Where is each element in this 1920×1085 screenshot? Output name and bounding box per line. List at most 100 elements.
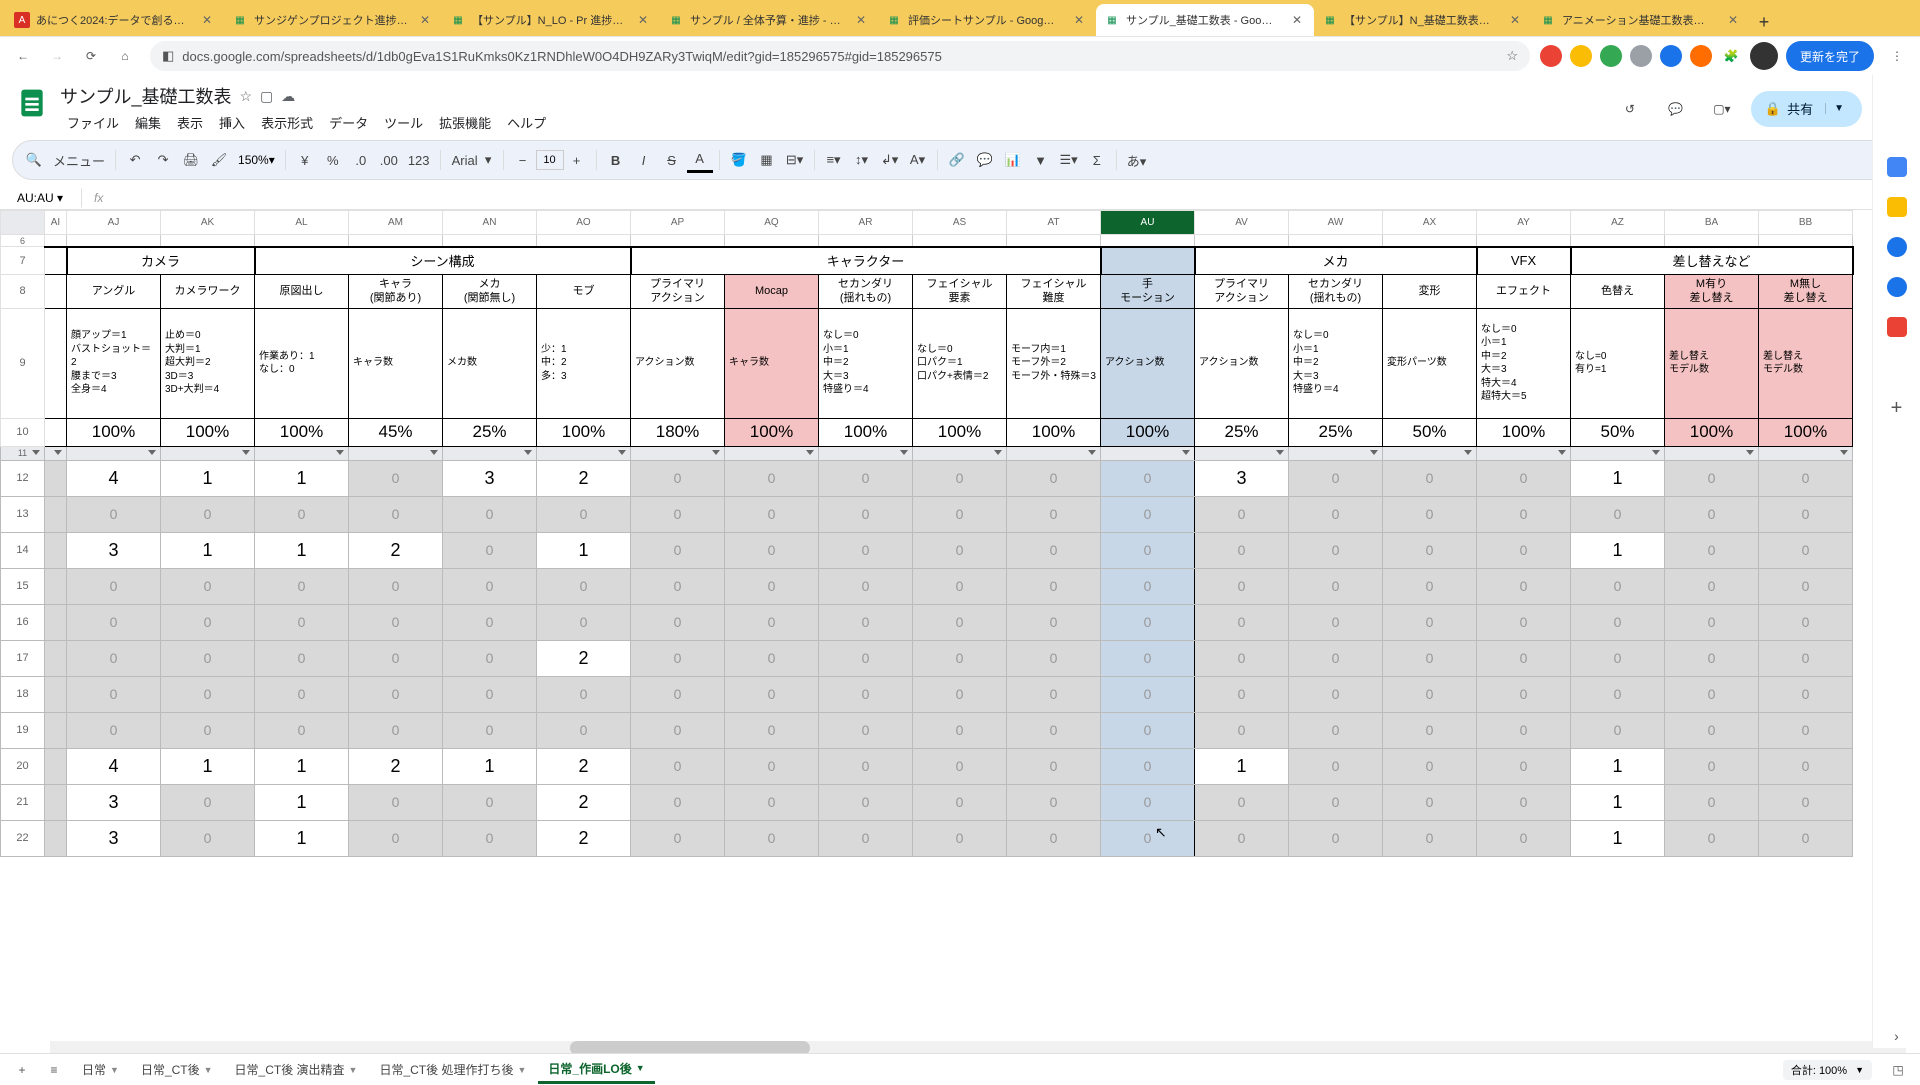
- wrap-button[interactable]: ↲▾: [877, 147, 903, 173]
- data-cell[interactable]: 0: [725, 712, 819, 748]
- browser-tab[interactable]: ▦アニメーション基礎工数表…✕: [1532, 4, 1750, 36]
- data-cell[interactable]: 0: [1477, 532, 1571, 568]
- column-header[interactable]: AZ: [1571, 211, 1665, 235]
- borders-button[interactable]: ▦: [754, 147, 780, 173]
- extension-icon[interactable]: [1690, 45, 1712, 67]
- data-cell[interactable]: 0: [1289, 604, 1383, 640]
- row-header[interactable]: 18: [1, 676, 45, 712]
- all-sheets-button[interactable]: ≡: [40, 1056, 68, 1084]
- filter-button[interactable]: [631, 446, 725, 460]
- data-cell[interactable]: 1: [255, 748, 349, 784]
- data-cell[interactable]: 0: [819, 460, 913, 496]
- sheet-tab[interactable]: 日常_CT後 処理作打ち後▼: [369, 1056, 536, 1084]
- data-cell[interactable]: 0: [1383, 712, 1477, 748]
- decrease-font-button[interactable]: −: [510, 147, 536, 173]
- new-tab-button[interactable]: +: [1750, 8, 1778, 36]
- redo-button[interactable]: ↷: [150, 147, 176, 173]
- data-cell[interactable]: 0: [1759, 820, 1853, 856]
- data-cell[interactable]: 0: [1477, 748, 1571, 784]
- menu-label[interactable]: メニュー: [49, 147, 109, 173]
- data-cell[interactable]: 0: [255, 712, 349, 748]
- data-cell[interactable]: 0: [631, 748, 725, 784]
- data-cell[interactable]: 1: [537, 532, 631, 568]
- data-cell[interactable]: 0: [349, 712, 443, 748]
- close-tab-icon[interactable]: ✕: [1728, 13, 1742, 27]
- data-cell[interactable]: 1: [161, 748, 255, 784]
- data-cell[interactable]: 0: [631, 712, 725, 748]
- browser-tab[interactable]: ▦評価シートサンプル - Goog…✕: [878, 4, 1096, 36]
- data-cell[interactable]: 0: [725, 568, 819, 604]
- home-button[interactable]: ⌂: [110, 41, 140, 71]
- data-cell[interactable]: 0: [67, 640, 161, 676]
- data-cell[interactable]: 0: [349, 604, 443, 640]
- increase-font-button[interactable]: +: [564, 147, 590, 173]
- data-cell[interactable]: 0: [67, 568, 161, 604]
- row-header[interactable]: 16: [1, 604, 45, 640]
- row-header[interactable]: 21: [1, 784, 45, 820]
- column-header[interactable]: AL: [255, 211, 349, 235]
- data-cell[interactable]: 0: [1289, 532, 1383, 568]
- data-cell[interactable]: 0: [725, 604, 819, 640]
- column-header[interactable]: AU: [1101, 211, 1195, 235]
- star-icon[interactable]: ☆: [1506, 48, 1518, 64]
- sheet-tab[interactable]: 日常_作画LO後▼: [538, 1056, 654, 1084]
- data-cell[interactable]: 0: [1007, 532, 1101, 568]
- data-cell[interactable]: 0: [255, 496, 349, 532]
- column-header[interactable]: AJ: [67, 211, 161, 235]
- column-header[interactable]: AV: [1195, 211, 1289, 235]
- halign-button[interactable]: ≡▾: [821, 147, 847, 173]
- filter-button[interactable]: [725, 446, 819, 460]
- data-cell[interactable]: 0: [1101, 748, 1195, 784]
- fill-color-button[interactable]: 🪣: [726, 147, 752, 173]
- data-cell[interactable]: 3: [67, 784, 161, 820]
- data-cell[interactable]: 2: [349, 532, 443, 568]
- data-cell[interactable]: 0: [443, 496, 537, 532]
- data-cell[interactable]: 0: [913, 784, 1007, 820]
- column-header[interactable]: AW: [1289, 211, 1383, 235]
- data-cell[interactable]: 0: [1759, 532, 1853, 568]
- data-cell[interactable]: 0: [913, 496, 1007, 532]
- data-cell[interactable]: 0: [161, 712, 255, 748]
- column-header[interactable]: AX: [1383, 211, 1477, 235]
- filter-button[interactable]: [1289, 446, 1383, 460]
- data-cell[interactable]: 0: [1007, 676, 1101, 712]
- data-cell[interactable]: 2: [349, 748, 443, 784]
- data-cell[interactable]: 0: [255, 568, 349, 604]
- filter-button[interactable]: ▼: [1028, 147, 1054, 173]
- data-cell[interactable]: 0: [913, 568, 1007, 604]
- data-cell[interactable]: 0: [1759, 748, 1853, 784]
- data-cell[interactable]: 0: [725, 820, 819, 856]
- data-cell[interactable]: 0: [1289, 496, 1383, 532]
- data-cell[interactable]: 0: [1665, 712, 1759, 748]
- data-cell[interactable]: 0: [913, 460, 1007, 496]
- menu-item[interactable]: ヘルプ: [500, 111, 553, 134]
- data-cell[interactable]: 0: [631, 784, 725, 820]
- data-cell[interactable]: 0: [1195, 532, 1289, 568]
- data-cell[interactable]: 0: [443, 676, 537, 712]
- data-cell[interactable]: 0: [1289, 568, 1383, 604]
- data-cell[interactable]: 0: [913, 532, 1007, 568]
- data-cell[interactable]: 0: [1195, 676, 1289, 712]
- forward-button[interactable]: →: [42, 41, 72, 71]
- column-header[interactable]: AI: [45, 211, 67, 235]
- data-cell[interactable]: 2: [537, 784, 631, 820]
- close-tab-icon[interactable]: ✕: [202, 13, 216, 27]
- percent-cell[interactable]: 25%: [1289, 418, 1383, 446]
- data-cell[interactable]: 0: [1571, 676, 1665, 712]
- data-cell[interactable]: 0: [1759, 640, 1853, 676]
- url-input[interactable]: ◧ docs.google.com/spreadsheets/d/1db0gEv…: [150, 41, 1530, 71]
- extension-icon[interactable]: [1630, 45, 1652, 67]
- filter-button[interactable]: [1383, 446, 1477, 460]
- row-header[interactable]: 6: [1, 235, 45, 247]
- status-indicator[interactable]: 合計: 100% ▼: [1783, 1060, 1872, 1080]
- data-cell[interactable]: 1: [255, 460, 349, 496]
- data-cell[interactable]: 4: [67, 460, 161, 496]
- data-cell[interactable]: 3: [1195, 460, 1289, 496]
- ime-button[interactable]: あ▾: [1123, 147, 1151, 173]
- data-cell[interactable]: 0: [1383, 820, 1477, 856]
- data-cell[interactable]: 0: [819, 820, 913, 856]
- history-icon[interactable]: ↺: [1613, 92, 1647, 126]
- data-cell[interactable]: 0: [1759, 568, 1853, 604]
- increase-decimal-button[interactable]: .00: [376, 147, 402, 173]
- close-tab-icon[interactable]: ✕: [1292, 13, 1306, 27]
